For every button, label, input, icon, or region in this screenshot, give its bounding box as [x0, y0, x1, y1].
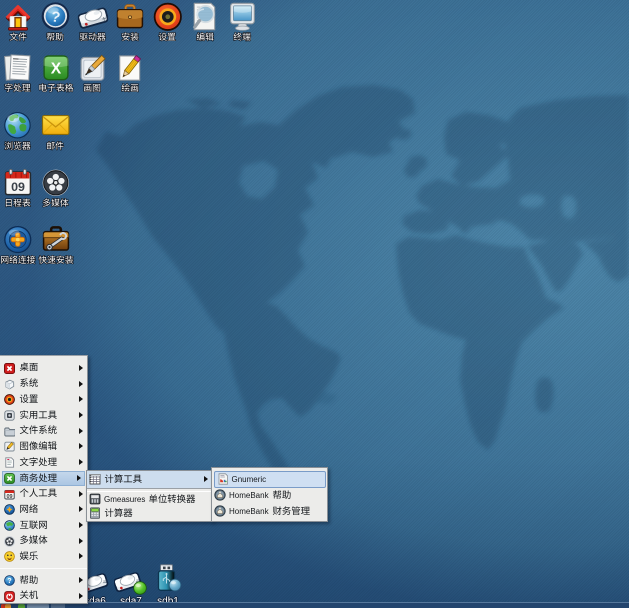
svg-text:?: ?: [7, 578, 11, 585]
svg-text:09: 09: [6, 494, 12, 500]
